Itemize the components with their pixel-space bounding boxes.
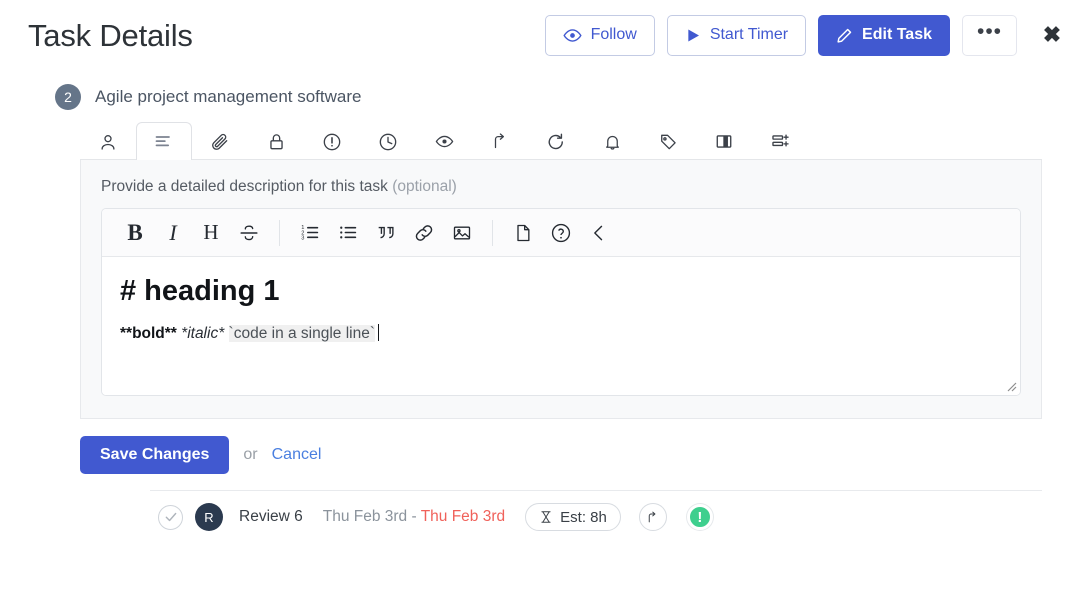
avatar[interactable]: R <box>195 503 223 531</box>
start-date: Thu Feb 3rd <box>322 508 408 525</box>
quote-icon[interactable] <box>367 216 405 250</box>
save-button[interactable]: Save Changes <box>80 436 230 474</box>
tab-time[interactable] <box>360 122 416 160</box>
tab-description[interactable] <box>136 122 192 160</box>
task-detail-tabs <box>80 120 1042 160</box>
form-actions: Save Changes or Cancel <box>80 419 1042 490</box>
tab-columns[interactable] <box>696 122 752 160</box>
date-range[interactable]: Thu Feb 3rd - Thu Feb 3rd <box>323 508 505 526</box>
tab-watchers[interactable] <box>416 122 472 160</box>
edit-task-button[interactable]: Edit Task <box>818 14 950 56</box>
tab-permissions[interactable] <box>248 122 304 160</box>
bold-icon[interactable]: B <box>116 216 154 250</box>
eye-icon <box>562 26 582 45</box>
exclamation-icon: ! <box>697 508 703 526</box>
file-icon[interactable] <box>504 216 542 250</box>
list-add-icon <box>770 132 791 151</box>
complete-checkbox[interactable] <box>158 504 183 530</box>
tab-share[interactable] <box>472 122 528 160</box>
editor-code-token: `code in a single line` <box>228 325 376 343</box>
lock-icon <box>267 132 286 152</box>
tag-icon <box>658 132 678 152</box>
columns-icon <box>714 132 734 151</box>
follow-button-label: Follow <box>590 26 637 43</box>
tab-subtasks[interactable] <box>752 122 808 160</box>
estimate-label: Est: 8h <box>560 508 607 526</box>
list-item: R Review 6 Thu Feb 3rd - Thu Feb 3rd Est… <box>0 491 1089 543</box>
more-options-button[interactable]: ••• <box>962 14 1017 56</box>
or-label: or <box>243 446 258 463</box>
strikethrough-icon[interactable] <box>230 216 268 250</box>
image-icon[interactable] <box>443 216 481 250</box>
play-icon <box>685 27 701 44</box>
estimate-badge[interactable]: Est: 8h <box>525 503 621 531</box>
list-item-name[interactable]: Review 6 <box>239 508 303 526</box>
task-name-row: 2 Agile project management software <box>0 70 1089 120</box>
tab-priority[interactable] <box>304 122 360 160</box>
header-actions: Follow Start Timer Edit Task ••• ✖ <box>544 14 1065 56</box>
resize-handle[interactable] <box>1004 379 1017 392</box>
status-badge[interactable]: ! <box>686 504 713 530</box>
link-icon[interactable] <box>405 216 443 250</box>
editor-italic-token: *italic* <box>181 325 225 343</box>
sidebar-item-assignees[interactable] <box>80 122 136 160</box>
end-date: Thu Feb 3rd <box>420 508 506 525</box>
paperclip-icon <box>210 132 230 152</box>
task-number-badge: 2 <box>55 84 81 110</box>
description-label: Provide a detailed description for this … <box>101 178 1021 196</box>
cancel-link[interactable]: Cancel <box>272 446 322 464</box>
date-separator: - <box>411 508 417 525</box>
toolbar-divider <box>279 219 280 246</box>
svg-text:3: 3 <box>301 236 304 242</box>
help-circle-icon[interactable] <box>542 216 580 250</box>
toolbar-divider <box>492 219 493 246</box>
close-icon: ✖ <box>1042 22 1062 47</box>
ordered-list-icon[interactable]: 1 2 3 <box>291 216 329 250</box>
alert-circle-icon <box>322 132 342 152</box>
editor-bold-token: **bold** <box>120 325 177 343</box>
chevron-left-icon[interactable] <box>580 216 618 250</box>
refresh-icon <box>546 132 566 152</box>
eye-icon <box>434 132 455 151</box>
pencil-icon <box>836 27 853 44</box>
tab-attachments[interactable] <box>192 122 248 160</box>
start-timer-button[interactable]: Start Timer <box>666 14 807 56</box>
task-name-label[interactable]: Agile project management software <box>95 87 361 107</box>
bell-icon <box>603 132 622 152</box>
page-title: Task Details <box>28 17 193 53</box>
clock-icon <box>378 132 398 152</box>
hourglass-icon <box>539 509 553 525</box>
user-icon <box>98 132 118 152</box>
heading-icon[interactable]: H <box>192 216 230 250</box>
editor-text-line: **bold** *italic* `code in a single line… <box>120 324 1002 344</box>
share-button[interactable] <box>638 503 667 531</box>
editor-heading-line: # heading 1 <box>120 275 280 307</box>
follow-button[interactable]: Follow <box>544 14 655 56</box>
description-panel: Provide a detailed description for this … <box>80 160 1042 419</box>
markdown-editor: B I H 1 2 3 # heading 1 **bold** *italic… <box>101 208 1021 396</box>
bullet-list-icon[interactable] <box>329 216 367 250</box>
description-label-text: Provide a detailed description for this … <box>101 178 388 195</box>
start-timer-button-label: Start Timer <box>709 26 789 43</box>
edit-task-button-label: Edit Task <box>862 26 932 43</box>
tab-tags[interactable] <box>640 122 696 160</box>
editor-textarea[interactable]: # heading 1 **bold** *italic* `code in a… <box>102 257 1020 395</box>
page-header: Task Details Follow Start Timer Edit Tas… <box>0 0 1089 70</box>
close-button[interactable]: ✖ <box>1039 22 1065 48</box>
editor-toolbar: B I H 1 2 3 <box>102 209 1020 257</box>
tab-reminders[interactable] <box>584 122 640 160</box>
italic-icon[interactable]: I <box>154 216 192 250</box>
arrow-up-icon <box>491 131 509 152</box>
description-optional-text: (optional) <box>392 178 457 195</box>
align-left-icon <box>153 132 175 152</box>
text-cursor <box>378 324 380 342</box>
tab-repeat[interactable] <box>528 122 584 160</box>
